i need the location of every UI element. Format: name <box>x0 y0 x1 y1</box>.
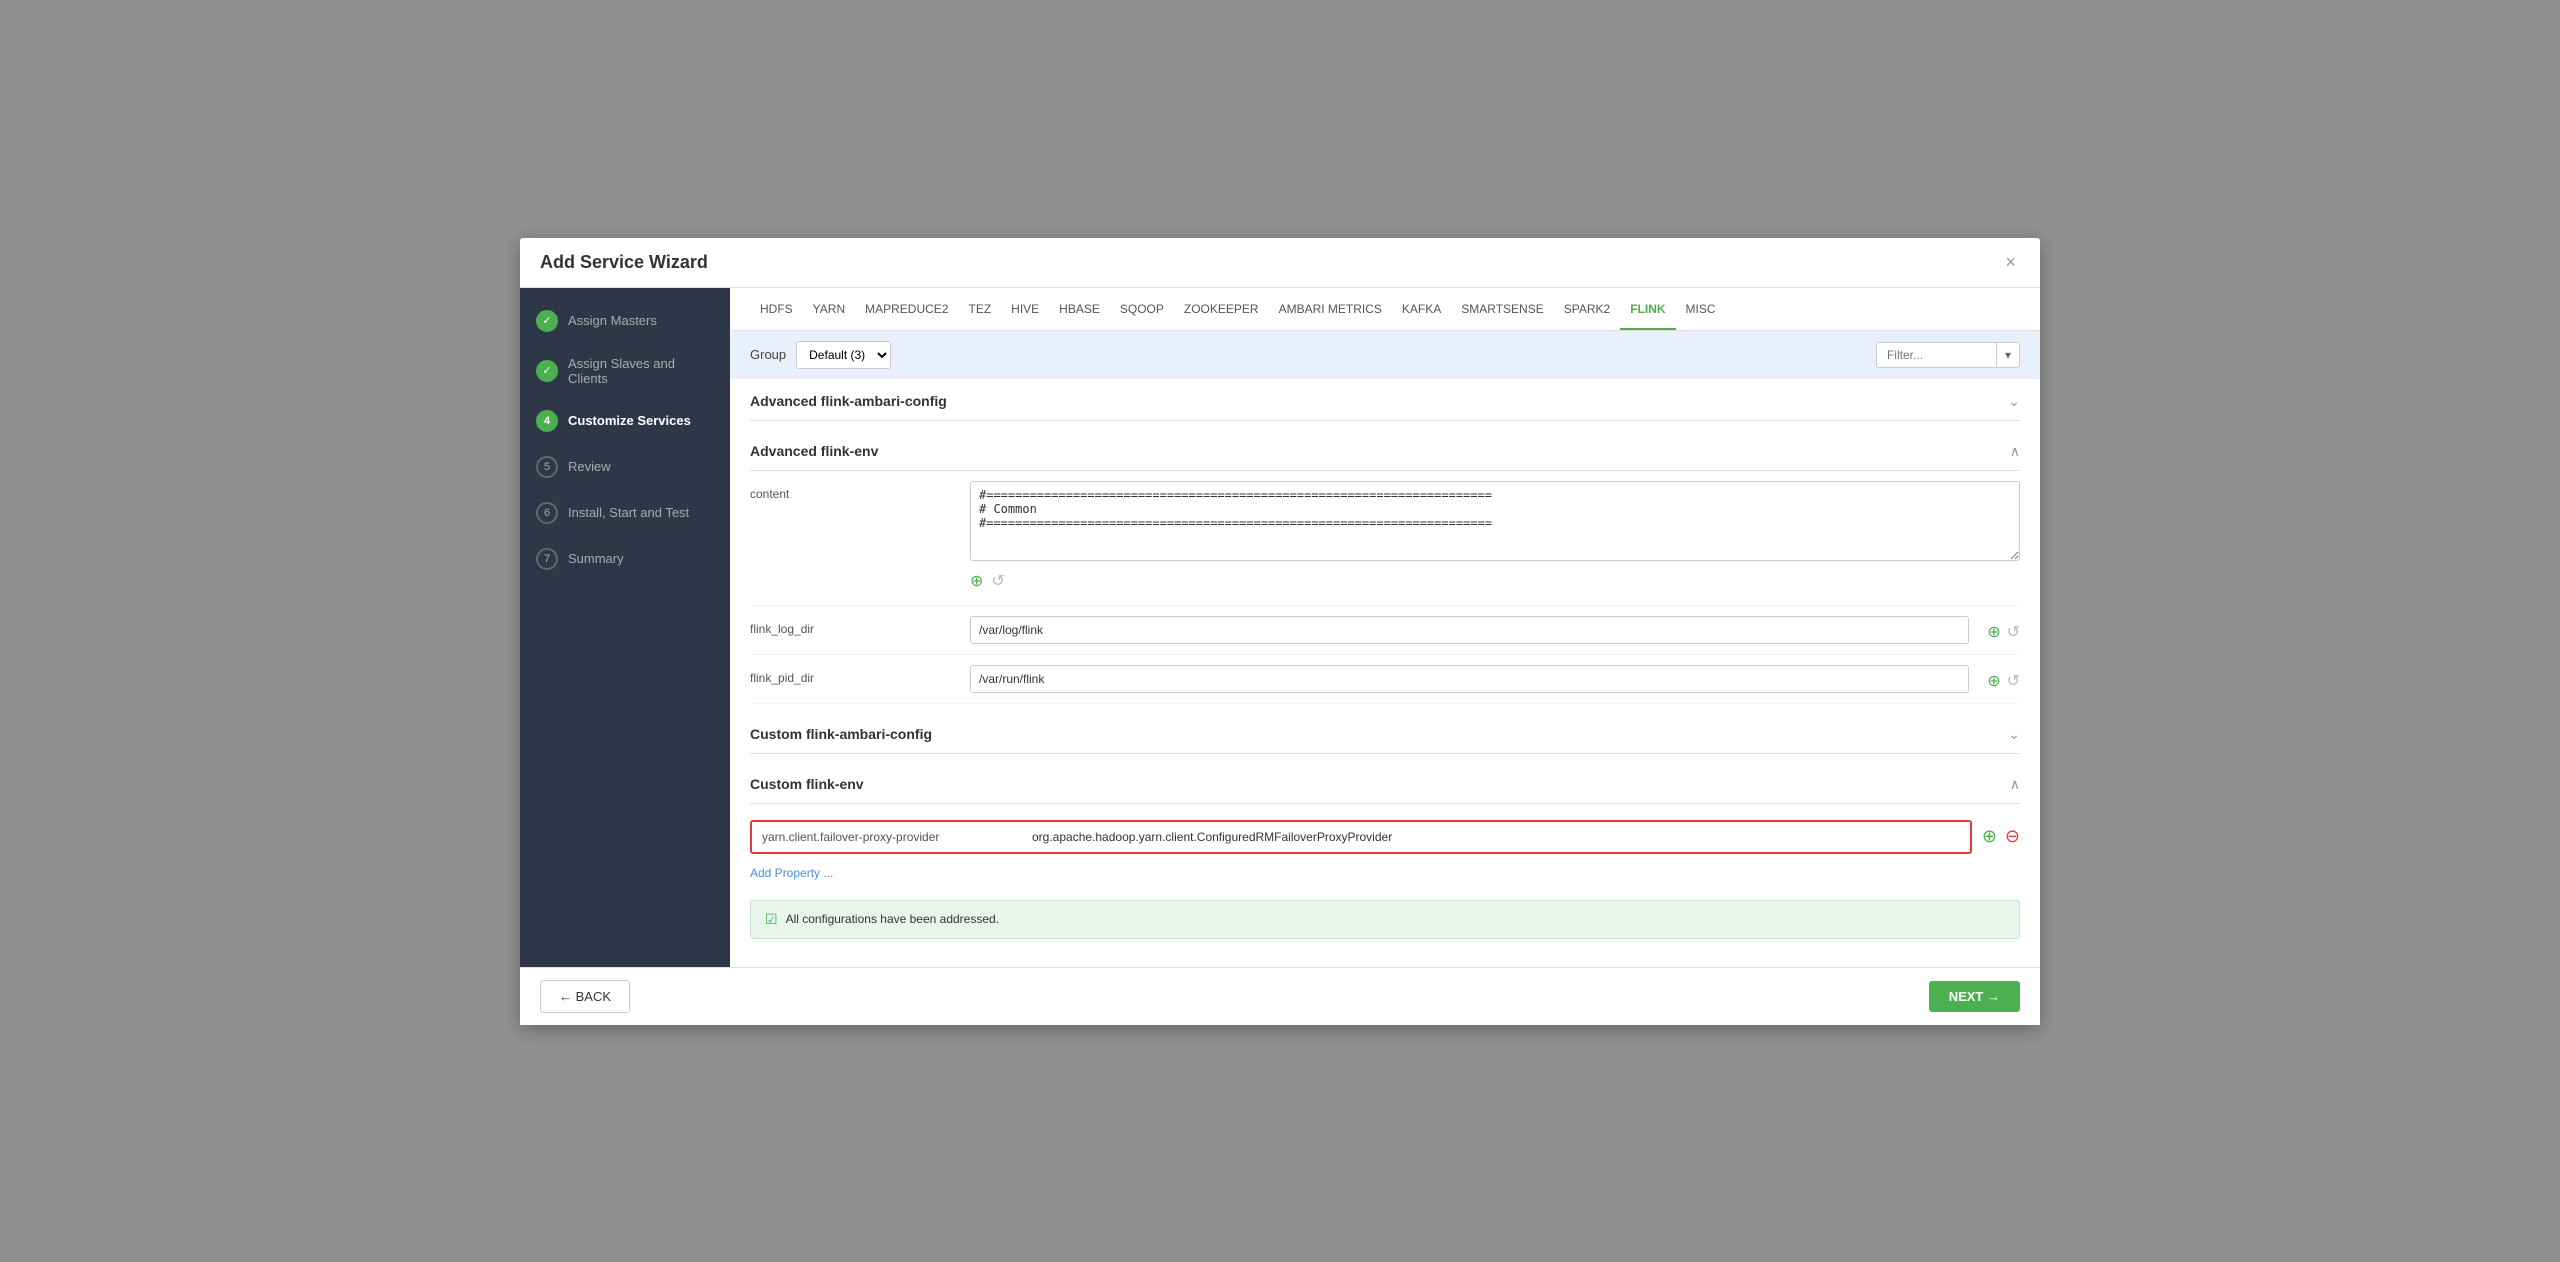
config-row-flink-pid-dir: flink_pid_dir ⊕ ↺ <box>750 655 2020 704</box>
modal-title: Add Service Wizard <box>540 252 708 273</box>
textarea-content[interactable]: #=======================================… <box>970 481 2020 561</box>
next-button[interactable]: NEXT → <box>1929 981 2020 1012</box>
filter-dropdown-btn[interactable]: ▾ <box>1996 342 2020 368</box>
input-flink-pid-dir[interactable] <box>970 665 1969 693</box>
section-header-flink-env[interactable]: Advanced flink-env ∧ <box>750 429 2020 471</box>
undo-icon[interactable]: ↺ <box>991 571 1004 591</box>
reset-to-default-icon[interactable]: ⊕ <box>970 571 983 591</box>
section-advanced-flink-env: Advanced flink-env ∧ content #==========… <box>750 429 2020 704</box>
input-flink-log-dir[interactable] <box>970 616 1969 644</box>
modal-body: ✓ Assign Masters ✓ Assign Slaves and Cli… <box>520 288 2040 967</box>
sidebar-item-assign-masters[interactable]: ✓ Assign Masters <box>520 298 730 344</box>
section-custom-flink-env: Custom flink-env ∧ ⊕ ⊖ <box>750 762 2020 939</box>
actions-flink-pid-dir: ⊕ ↺ <box>1987 665 2020 691</box>
custom-property-row <box>750 820 1972 854</box>
input-area-flink-pid-dir: ⊕ ↺ <box>970 665 2020 693</box>
tab-misc[interactable]: MISC <box>1676 288 1726 330</box>
custom-val-input[interactable] <box>1032 830 1960 844</box>
section-header-custom-ambari[interactable]: Custom flink-ambari-config ⌄ <box>750 712 2020 754</box>
tab-spark2[interactable]: SPARK2 <box>1554 288 1620 330</box>
step-circle-5: 6 <box>536 502 558 524</box>
sidebar-item-review[interactable]: 5 Review <box>520 444 730 490</box>
section-advanced-flink-ambari-config: Advanced flink-ambari-config ⌄ <box>750 379 2020 421</box>
chevron-up-icon-custom-flink-env: ∧ <box>2010 776 2020 793</box>
sidebar-label-1: Assign Masters <box>568 313 657 328</box>
delete-custom-prop-icon[interactable]: ⊖ <box>2005 826 2020 847</box>
tabs-bar: HDFS YARN MAPREDUCE2 TEZ HIVE HBASE SQOO… <box>730 288 2040 331</box>
section-custom-flink-ambari-config: Custom flink-ambari-config ⌄ <box>750 712 2020 754</box>
chevron-down-icon-ambari: ⌄ <box>2008 393 2020 410</box>
group-label: Group <box>750 347 786 362</box>
step-circle-2: ✓ <box>536 360 558 382</box>
save-custom-prop-icon[interactable]: ⊕ <box>1982 826 1997 847</box>
sidebar-item-customize-services[interactable]: 4 Customize Services <box>520 398 730 444</box>
sidebar-label-6: Summary <box>568 551 624 566</box>
modal-header: Add Service Wizard × <box>520 238 2040 288</box>
tab-yarn[interactable]: YARN <box>803 288 855 330</box>
actions-flink-log-dir: ⊕ ↺ <box>1987 616 2020 642</box>
close-button[interactable]: × <box>2001 252 2020 273</box>
step-circle-1: ✓ <box>536 310 558 332</box>
group-select[interactable]: Default (3) <box>796 341 891 369</box>
input-area-content: #=======================================… <box>970 481 2020 595</box>
sidebar-label-3: Customize Services <box>568 413 691 428</box>
tab-hbase[interactable]: HBASE <box>1049 288 1110 330</box>
label-flink-pid-dir: flink_pid_dir <box>750 665 970 685</box>
filter-input[interactable] <box>1876 342 1996 368</box>
input-area-flink-log-dir: ⊕ ↺ <box>970 616 2020 644</box>
sidebar-label-4: Review <box>568 459 611 474</box>
section-title-flink-env: Advanced flink-env <box>750 443 878 459</box>
tab-ambari-metrics[interactable]: AMBARI METRICS <box>1269 288 1392 330</box>
label-content: content <box>750 481 970 501</box>
modal-footer: ← BACK NEXT → <box>520 967 2040 1025</box>
sidebar-item-install[interactable]: 6 Install, Start and Test <box>520 490 730 536</box>
section-title-custom-ambari: Custom flink-ambari-config <box>750 726 932 742</box>
textarea-actions: ⊕ ↺ <box>970 567 2020 595</box>
tab-sqoop[interactable]: SQOOP <box>1110 288 1174 330</box>
filter-bar: Group Default (3) ▾ <box>730 331 2040 379</box>
sidebar-item-summary[interactable]: 7 Summary <box>520 536 730 582</box>
success-text: All configurations have been addressed. <box>786 912 999 926</box>
section-header-custom-flink-env[interactable]: Custom flink-env ∧ <box>750 762 2020 804</box>
tab-mapreduce2[interactable]: MAPREDUCE2 <box>855 288 958 330</box>
tab-zookeeper[interactable]: ZOOKEEPER <box>1174 288 1269 330</box>
tab-hdfs[interactable]: HDFS <box>750 288 803 330</box>
chevron-down-icon-custom-ambari: ⌄ <box>2008 726 2020 743</box>
tab-flink[interactable]: FLINK <box>1620 288 1675 330</box>
tab-smartsense[interactable]: SMARTSENSE <box>1451 288 1553 330</box>
modal-overlay: Add Service Wizard × ✓ Assign Masters ✓ … <box>0 0 2560 1262</box>
section-title-advanced-ambari: Advanced flink-ambari-config <box>750 393 947 409</box>
tab-kafka[interactable]: KAFKA <box>1392 288 1451 330</box>
sidebar: ✓ Assign Masters ✓ Assign Slaves and Cli… <box>520 288 730 967</box>
tab-hive[interactable]: HIVE <box>1001 288 1049 330</box>
section-header-advanced-ambari[interactable]: Advanced flink-ambari-config ⌄ <box>750 379 2020 421</box>
chevron-up-icon-flink-env: ∧ <box>2010 443 2020 460</box>
step-circle-6: 7 <box>536 548 558 570</box>
step-circle-3: 4 <box>536 410 558 432</box>
main-content: HDFS YARN MAPREDUCE2 TEZ HIVE HBASE SQOO… <box>730 288 2040 967</box>
add-icon-flink-pid-dir[interactable]: ⊕ <box>1987 671 2000 691</box>
add-icon-flink-log-dir[interactable]: ⊕ <box>1987 622 2000 642</box>
success-banner: ☑ All configurations have been addressed… <box>750 900 2020 939</box>
modal: Add Service Wizard × ✓ Assign Masters ✓ … <box>520 238 2040 1025</box>
section-title-custom-flink-env: Custom flink-env <box>750 776 864 792</box>
back-button[interactable]: ← BACK <box>540 980 630 1013</box>
custom-row-actions: ⊕ ⊖ <box>1982 826 2020 847</box>
add-property-link[interactable]: Add Property ... <box>750 862 833 884</box>
sidebar-label-2: Assign Slaves and Clients <box>568 356 714 386</box>
filter-right: ▾ <box>1876 342 2020 368</box>
label-flink-log-dir: flink_log_dir <box>750 616 970 636</box>
config-row-content: content #===============================… <box>750 471 2020 606</box>
content-area: Advanced flink-ambari-config ⌄ Advanced … <box>730 379 2040 967</box>
sidebar-label-5: Install, Start and Test <box>568 505 689 520</box>
success-check-icon: ☑ <box>765 911 778 928</box>
config-row-flink-log-dir: flink_log_dir ⊕ ↺ <box>750 606 2020 655</box>
sidebar-item-assign-slaves[interactable]: ✓ Assign Slaves and Clients <box>520 344 730 398</box>
tab-tez[interactable]: TEZ <box>958 288 1001 330</box>
undo-icon-flink-pid-dir[interactable]: ↺ <box>2007 671 2020 691</box>
step-circle-4: 5 <box>536 456 558 478</box>
custom-key-input[interactable] <box>762 830 1022 844</box>
undo-icon-flink-log-dir[interactable]: ↺ <box>2007 622 2020 642</box>
